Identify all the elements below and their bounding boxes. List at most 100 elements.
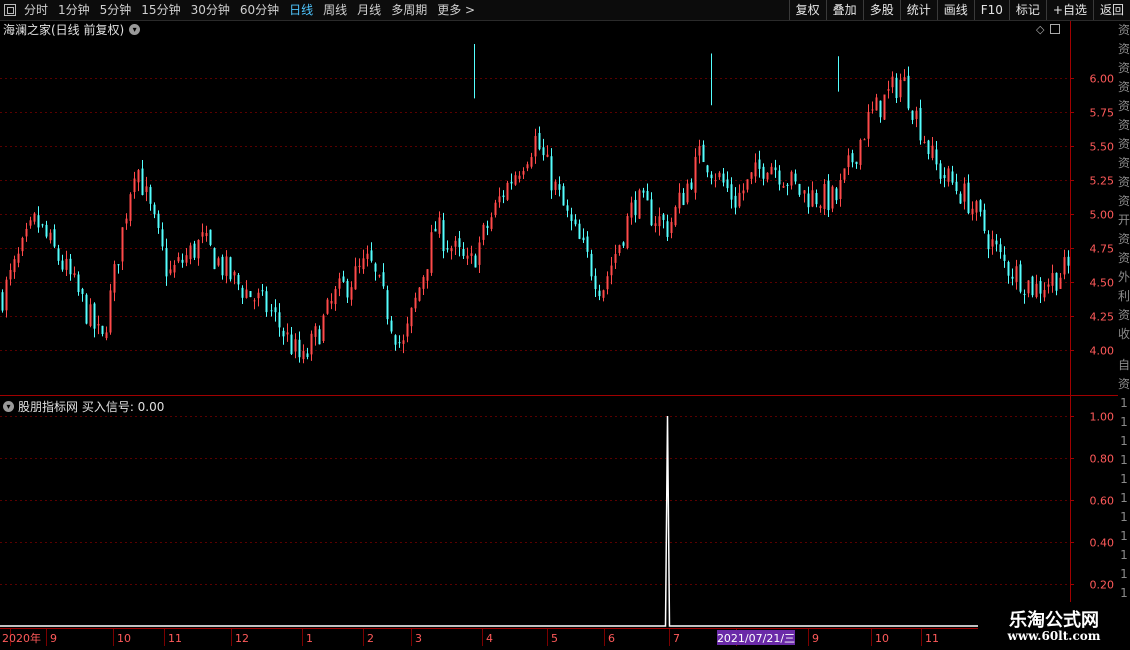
- candle-body: [710, 174, 713, 179]
- x-axis-label: 10: [117, 632, 131, 645]
- candle-body: [414, 297, 417, 309]
- indicator-title: ▾ 股朋指标网 买入信号: 0.00: [3, 398, 164, 415]
- watermark-url: www.60lt.com: [1007, 629, 1101, 643]
- candle-body: [867, 111, 870, 139]
- chevron-down-icon[interactable]: ▾: [129, 24, 141, 35]
- side-panel-char: 1: [1120, 548, 1128, 562]
- candle-body: [811, 190, 814, 207]
- candle-body: [562, 186, 565, 206]
- candle-body: [17, 253, 20, 263]
- candle-body: [943, 175, 946, 179]
- candle-body: [302, 350, 305, 360]
- price-tick-label: 4.75: [1090, 243, 1115, 256]
- candle-body: [442, 220, 445, 252]
- candle-body: [53, 229, 56, 247]
- candle-body: [1015, 266, 1018, 282]
- candle-body: [89, 304, 92, 326]
- candle-body: [658, 216, 661, 227]
- candle-body: [786, 184, 789, 186]
- candle-body: [286, 332, 289, 335]
- candle-body: [458, 238, 461, 248]
- candle-body: [249, 291, 252, 298]
- candle-body: [823, 184, 826, 210]
- candle-body: [5, 279, 8, 311]
- candle-body: [1027, 280, 1030, 294]
- candle-body: [815, 192, 818, 205]
- candle-body: [542, 147, 545, 156]
- candle-body: [602, 290, 605, 298]
- candle-body: [57, 248, 60, 261]
- candle-body: [298, 339, 301, 358]
- side-panel-char: 资: [1118, 194, 1130, 208]
- candle-body: [827, 180, 830, 211]
- candle-body: [490, 217, 493, 229]
- candle-body: [9, 269, 12, 280]
- layout-icon[interactable]: [1050, 24, 1061, 34]
- x-axis-label: 10: [875, 632, 889, 645]
- candle-body: [570, 214, 573, 221]
- candle-body: [241, 287, 244, 298]
- watermark-logo: 乐淘公式网 www.60lt.com: [978, 602, 1130, 650]
- price-tick-label: 5.75: [1090, 107, 1115, 120]
- candle-body: [614, 254, 617, 263]
- candle-body: [506, 182, 509, 200]
- candle-body: [847, 155, 850, 168]
- main-chart-title-text: 海澜之家(日线 前复权): [3, 23, 125, 37]
- price-tick-label: 6.00: [1090, 73, 1115, 86]
- candle-body: [366, 253, 369, 259]
- side-panel-char: 1: [1120, 472, 1128, 486]
- candle-body: [518, 175, 521, 179]
- candle-body: [558, 184, 561, 190]
- x-axis-label: 11: [925, 632, 939, 645]
- candle-body: [261, 290, 264, 292]
- candle-body: [899, 79, 902, 98]
- candle-body: [754, 162, 757, 177]
- side-panel-char: 开: [1118, 213, 1130, 227]
- candle-body: [165, 247, 168, 277]
- x-axis-label: 2020年: [2, 631, 41, 645]
- candle-body: [670, 221, 673, 234]
- candle-body: [486, 225, 489, 228]
- x-axis-label: 2: [367, 632, 374, 645]
- candle-body: [1011, 276, 1014, 279]
- side-info-panel: 资资资资资资资资资资开资资外利资收自资11111111111: [1118, 21, 1130, 628]
- cursor-date-label: 2021/07/21/三: [717, 632, 795, 645]
- stock-chart[interactable]: 6.00 5.75 5.50 5.25 5.00 4.75 4.50 4.25 4.00 1.00…: [0, 0, 1130, 650]
- candle-body: [698, 146, 701, 156]
- candle-body: [173, 264, 176, 273]
- side-panel-char: 1: [1120, 396, 1128, 410]
- candle-body: [29, 220, 32, 226]
- side-panel-char: 1: [1120, 491, 1128, 505]
- indicator-tick-label: 0.20: [1090, 579, 1115, 592]
- candle-body: [294, 339, 297, 352]
- chevron-down-icon[interactable]: ▾: [3, 401, 14, 412]
- side-panel-char: 1: [1120, 434, 1128, 448]
- indicator-tick-label: 0.60: [1090, 495, 1115, 508]
- candle-body: [233, 271, 236, 276]
- candle-body: [514, 175, 517, 185]
- candle-body: [734, 195, 737, 208]
- x-axis-label: 6: [608, 632, 615, 645]
- candle-body: [859, 139, 862, 165]
- candle-body: [498, 196, 501, 203]
- candle-body: [646, 190, 649, 201]
- candle-body: [807, 193, 810, 208]
- candle-body: [726, 179, 729, 189]
- candle-body: [257, 292, 260, 299]
- candle-body: [618, 245, 621, 253]
- candle-body: [1055, 272, 1058, 291]
- candle-body: [911, 110, 914, 120]
- candle-body: [201, 232, 204, 237]
- candle-body: [350, 287, 353, 300]
- side-panel-char: 自: [1118, 358, 1130, 372]
- candle-body: [995, 240, 998, 245]
- candle-body: [782, 186, 785, 188]
- diamond-icon[interactable]: ◇: [1036, 23, 1044, 36]
- candle-body: [1019, 264, 1022, 292]
- price-tick-label: 4.25: [1090, 311, 1115, 324]
- candle-body: [145, 186, 148, 193]
- candle-body: [117, 264, 120, 266]
- indicator-title-text: 股朋指标网 买入信号: 0.00: [18, 400, 165, 414]
- candle-body: [634, 199, 637, 216]
- candle-body: [253, 300, 256, 302]
